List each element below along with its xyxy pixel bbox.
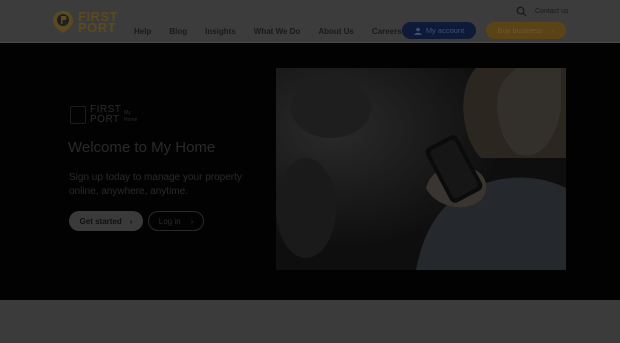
user-icon: [414, 27, 422, 35]
nav-help[interactable]: Help: [134, 27, 151, 36]
buy-business-button[interactable]: Buy business ›: [486, 22, 566, 39]
nav-insights[interactable]: Insights: [205, 27, 236, 36]
buy-business-label: Buy business: [497, 26, 543, 35]
hero-title: Welcome to My Home: [68, 139, 216, 156]
chevron-right-icon: ›: [129, 216, 133, 226]
content-area: [0, 300, 620, 343]
pin-logo-icon: [53, 11, 73, 33]
log-in-label: Log in: [158, 216, 181, 226]
get-started-label: Get started: [79, 216, 122, 226]
site-header: FIRST PORT Help Blog Insights What We Do…: [0, 0, 620, 43]
my-account-button[interactable]: My account: [402, 22, 476, 39]
nav-about-us[interactable]: About Us: [318, 27, 354, 36]
logo-line2: PORT: [78, 20, 117, 35]
nav-careers[interactable]: Careers: [372, 27, 402, 36]
main-nav: Help Blog Insights What We Do About Us C…: [134, 27, 420, 36]
hero-photo-person-with-phone: [276, 68, 566, 270]
chevron-right-icon: ›: [552, 26, 555, 35]
my-home-logo: FIRST PORT My Home: [70, 104, 160, 128]
contact-us-link[interactable]: Contact us: [535, 8, 568, 15]
hero-logo-sub: My Home: [124, 110, 137, 124]
nav-blog[interactable]: Blog: [169, 27, 187, 36]
chevron-right-icon: ›: [190, 216, 194, 226]
nav-what-we-do[interactable]: What We Do: [254, 27, 301, 36]
hero-logo-sub1: My: [124, 110, 131, 116]
hero-logo-sub2: Home: [124, 117, 138, 123]
my-account-label: My account: [425, 26, 465, 35]
hero-logo-wordmark: FIRST PORT: [90, 105, 121, 125]
hero-subtitle: Sign up today to manage your property on…: [69, 172, 242, 197]
search-icon[interactable]: [516, 6, 527, 17]
get-started-button[interactable]: Get started ›: [69, 211, 143, 231]
logo-wordmark: FIRST PORT: [78, 10, 118, 35]
logo-mark-icon: [70, 106, 86, 124]
hero-logo-line2: PORT: [90, 114, 120, 125]
log-in-button[interactable]: Log in ›: [148, 211, 204, 231]
firstport-logo[interactable]: FIRST PORT: [52, 10, 122, 36]
